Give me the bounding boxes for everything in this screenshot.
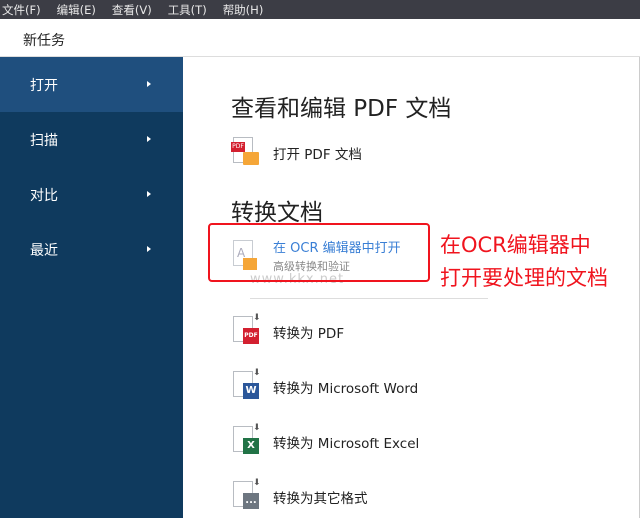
word-icon: ⬇ W (231, 368, 261, 403)
sidebar: 打开 扫描 对比 最近 (0, 57, 183, 518)
sidebar-item-scan[interactable]: 扫描 (0, 112, 183, 167)
sidebar-item-recent[interactable]: 最近 (0, 222, 183, 277)
convert-to-pdf-button[interactable]: ⬇ PDF 转换为 PDF (231, 313, 345, 348)
convert-item-label: 转换为 Microsoft Word (273, 381, 419, 397)
pdf-icon: ⬇ PDF (231, 313, 261, 348)
sidebar-item-label: 对比 (30, 188, 58, 204)
sidebar-item-label: 打开 (30, 78, 58, 94)
view-edit-heading: 查看和编辑 PDF 文档 (231, 96, 452, 122)
convert-heading: 转换文档 (231, 200, 323, 226)
convert-item-label: 转换为 Microsoft Excel (273, 436, 420, 452)
menu-bar: 文件(F) 编辑(E) 查看(V) 工具(T) 帮助(H) (0, 0, 640, 19)
divider (250, 298, 488, 299)
convert-to-excel-button[interactable]: ⬇ X 转换为 Microsoft Excel (231, 423, 420, 458)
menu-edit[interactable]: 编辑(E) (57, 2, 96, 18)
menu-view[interactable]: 查看(V) (112, 2, 152, 18)
sidebar-item-open[interactable]: 打开 (0, 57, 183, 112)
chevron-right-icon (147, 246, 151, 252)
open-pdf-button[interactable]: PDF 打开 PDF 文档 (231, 137, 362, 169)
sidebar-item-compare[interactable]: 对比 (0, 167, 183, 222)
chevron-right-icon (147, 191, 151, 197)
menu-help[interactable]: 帮助(H) (223, 2, 264, 18)
convert-to-other-button[interactable]: ⬇... 转换为其它格式 (231, 478, 368, 513)
menu-file[interactable]: 文件(F) (2, 2, 41, 18)
other-format-icon: ⬇... (231, 478, 261, 513)
annotation-line-1: 在OCR编辑器中 (440, 233, 591, 257)
sidebar-item-label: 扫描 (30, 133, 58, 149)
open-pdf-label: 打开 PDF 文档 (273, 147, 362, 163)
convert-item-label: 转换为其它格式 (273, 491, 368, 507)
excel-icon: ⬇ X (231, 423, 261, 458)
sidebar-item-label: 最近 (30, 243, 58, 259)
convert-to-word-button[interactable]: ⬇ W 转换为 Microsoft Word (231, 368, 419, 403)
annotation-line-2: 打开要处理的文档 (440, 266, 608, 290)
pdf-folder-icon: PDF (231, 137, 261, 169)
menu-tools[interactable]: 工具(T) (168, 2, 207, 18)
chevron-right-icon (147, 136, 151, 142)
new-task-header: 新任务 (0, 19, 640, 57)
chevron-right-icon (147, 81, 151, 87)
convert-item-label: 转换为 PDF (273, 326, 345, 342)
highlight-box (208, 223, 430, 282)
new-task-title: 新任务 (23, 33, 65, 49)
